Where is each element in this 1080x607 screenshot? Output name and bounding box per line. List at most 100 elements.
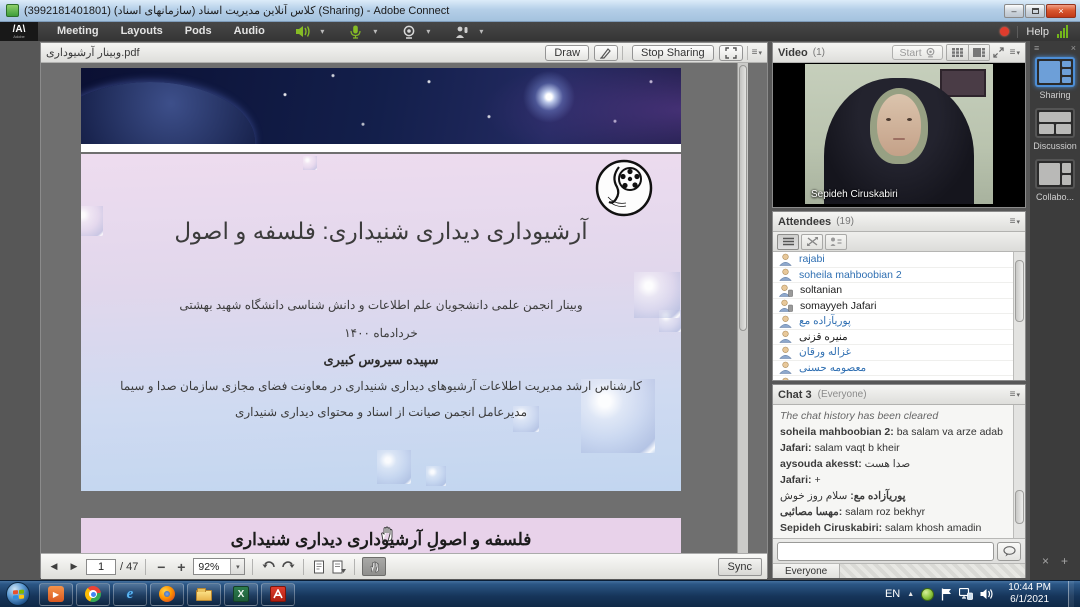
share-content[interactable]: آرشیوداری دیداری شنیداری: فلسفه و اصول و… xyxy=(41,63,767,553)
help-menu[interactable]: Help xyxy=(1026,26,1049,38)
page-number-input[interactable] xyxy=(86,559,116,575)
media-play-icon: ▶ xyxy=(48,586,64,602)
breakout-view-icon[interactable] xyxy=(801,234,823,250)
fit-width-button[interactable] xyxy=(311,558,327,576)
taskbar-pdf-button[interactable] xyxy=(261,583,295,606)
menu-meeting[interactable]: Meeting xyxy=(46,22,110,41)
volume-tray-icon[interactable] xyxy=(980,588,993,600)
add-layout-icon[interactable]: + xyxy=(1061,554,1068,568)
recording-indicator[interactable] xyxy=(1000,27,1009,36)
rotate-right-button[interactable] xyxy=(280,558,296,576)
menu-pods[interactable]: Pods xyxy=(174,22,223,41)
tray-expand-icon[interactable]: ▲ xyxy=(907,591,914,598)
webcam-control: ▾ xyxy=(396,24,435,39)
webcam-video[interactable]: Sepideh Ciruskabiri xyxy=(805,64,993,204)
pointer-tool-button[interactable] xyxy=(594,45,618,61)
menu-layouts[interactable]: Layouts xyxy=(110,22,174,41)
attendees-pod-menu[interactable]: ≡▾ xyxy=(1010,216,1020,227)
maximize-button[interactable] xyxy=(1025,4,1045,18)
fullscreen-icon[interactable] xyxy=(719,45,743,61)
share-scrollbar-thumb[interactable] xyxy=(739,65,747,331)
language-indicator[interactable]: EN xyxy=(885,588,900,600)
layout-label-discussion[interactable]: Discussion xyxy=(1033,141,1077,151)
share-pod-menu[interactable]: ≡▾ xyxy=(752,47,762,58)
attendee-row[interactable]: rajabi xyxy=(773,252,1025,268)
sync-button[interactable]: Sync xyxy=(718,558,762,576)
taskbar-ie-button[interactable]: e xyxy=(113,583,147,606)
connection-status-icon[interactable] xyxy=(1057,25,1068,38)
chat-tab-everyone[interactable]: Everyone xyxy=(773,564,840,578)
taskbar-clock[interactable]: 10:44 PM 6/1/2021 xyxy=(1000,582,1059,606)
video-pod-menu[interactable]: ≡▾ xyxy=(1010,47,1020,58)
taskbar-excel-button[interactable]: X xyxy=(224,583,258,606)
speaker-dropdown[interactable]: ▾ xyxy=(316,24,329,39)
chat-send-button[interactable] xyxy=(997,542,1021,561)
chat-scrollbar-thumb[interactable] xyxy=(1015,490,1024,524)
taskbar-firefox-button[interactable] xyxy=(150,583,184,606)
share-scrollbar[interactable] xyxy=(737,63,748,553)
start-webcam-button[interactable]: Start xyxy=(892,45,942,60)
layout-rail-close-icon[interactable]: × xyxy=(1071,43,1076,53)
attendee-row[interactable]: somayyeh Jafari xyxy=(773,299,1025,315)
attendees-scrollbar[interactable] xyxy=(1013,252,1025,380)
delete-layout-icon[interactable]: × xyxy=(1042,554,1049,568)
attendee-row[interactable]: غزاله ورقان xyxy=(773,345,1025,361)
previous-page-button[interactable]: ◀ xyxy=(46,558,62,576)
menu-audio[interactable]: Audio xyxy=(223,22,276,41)
layout-label-collaboration[interactable]: Collabo... xyxy=(1036,192,1074,202)
action-center-flag-icon[interactable] xyxy=(941,588,952,601)
chat-pod-menu[interactable]: ≡▾ xyxy=(1010,389,1020,400)
attendee-row[interactable]: soheila mahboobian 2 xyxy=(773,268,1025,284)
attendee-person-icon xyxy=(779,377,792,380)
attendee-row[interactable]: معصومه حسنی xyxy=(773,361,1025,377)
layout-thumbnail-sharing[interactable] xyxy=(1035,57,1075,87)
grid-view-icon[interactable] xyxy=(947,45,968,60)
webcam-dropdown[interactable]: ▾ xyxy=(422,24,435,39)
attendee-list-view-icon[interactable] xyxy=(777,234,799,250)
windows-flag-icon xyxy=(13,589,24,599)
taskbar-explorer-button[interactable] xyxy=(187,583,221,606)
chat-scrollbar[interactable] xyxy=(1013,405,1025,538)
webcam-icon[interactable] xyxy=(396,24,422,39)
filmstrip-view-icon[interactable] xyxy=(968,45,989,60)
rotate-left-button[interactable] xyxy=(260,558,276,576)
zoom-dropdown-icon[interactable]: ▾ xyxy=(230,559,244,574)
network-tray-icon[interactable] xyxy=(959,588,973,600)
microphone-icon[interactable] xyxy=(343,24,369,39)
pdf-page-next: فلسفه و اصولِ آرشیوداری دیداری شنیداری xyxy=(81,518,681,553)
menubar-iconbar: ▾ ▾ ▾ ▾ xyxy=(290,24,500,39)
close-button[interactable]: × xyxy=(1046,4,1076,18)
fit-page-button[interactable] xyxy=(331,558,347,576)
layout-thumbnail-discussion[interactable] xyxy=(1035,108,1075,138)
attendee-status-view-icon[interactable] xyxy=(825,234,847,250)
taskbar-media-button[interactable]: ▶ xyxy=(39,583,73,606)
stop-sharing-button[interactable]: Stop Sharing xyxy=(632,45,714,61)
attendees-scrollbar-thumb[interactable] xyxy=(1015,260,1024,322)
microphone-dropdown[interactable]: ▾ xyxy=(369,24,382,39)
next-page-button[interactable]: ▶ xyxy=(66,558,82,576)
layout-rail-menu-icon[interactable]: ≡ xyxy=(1034,43,1039,53)
layout-label-sharing[interactable]: Sharing xyxy=(1039,90,1070,100)
start-button[interactable] xyxy=(6,582,30,606)
chat-message-list[interactable]: The chat history has been cleared soheil… xyxy=(773,405,1025,538)
attendee-row[interactable]: soltanian xyxy=(773,283,1025,299)
raise-hand-icon[interactable] xyxy=(449,24,475,39)
antivirus-tray-icon[interactable] xyxy=(921,588,934,601)
layout-thumbnail-collaboration[interactable] xyxy=(1035,159,1075,189)
chat-input[interactable] xyxy=(777,542,994,561)
raise-hand-dropdown[interactable]: ▾ xyxy=(475,24,488,39)
hand-tool-button[interactable] xyxy=(362,557,386,576)
wall-picture xyxy=(940,69,986,97)
zoom-level-select[interactable]: 92% ▾ xyxy=(193,558,245,575)
minimize-button[interactable]: – xyxy=(1004,4,1024,18)
zoom-out-button[interactable]: − xyxy=(153,558,169,576)
show-desktop-button[interactable] xyxy=(1068,581,1074,607)
attendee-row-partial[interactable] xyxy=(773,376,1025,380)
video-fullscreen-icon[interactable] xyxy=(993,47,1004,58)
draw-button[interactable]: Draw xyxy=(545,45,589,61)
attendee-row[interactable]: منیره قزنی xyxy=(773,330,1025,346)
taskbar-chrome-button[interactable] xyxy=(76,583,110,606)
zoom-in-button[interactable]: + xyxy=(173,558,189,576)
attendee-row[interactable]: پوریآزاده مع xyxy=(773,314,1025,330)
speaker-icon[interactable] xyxy=(290,24,316,39)
